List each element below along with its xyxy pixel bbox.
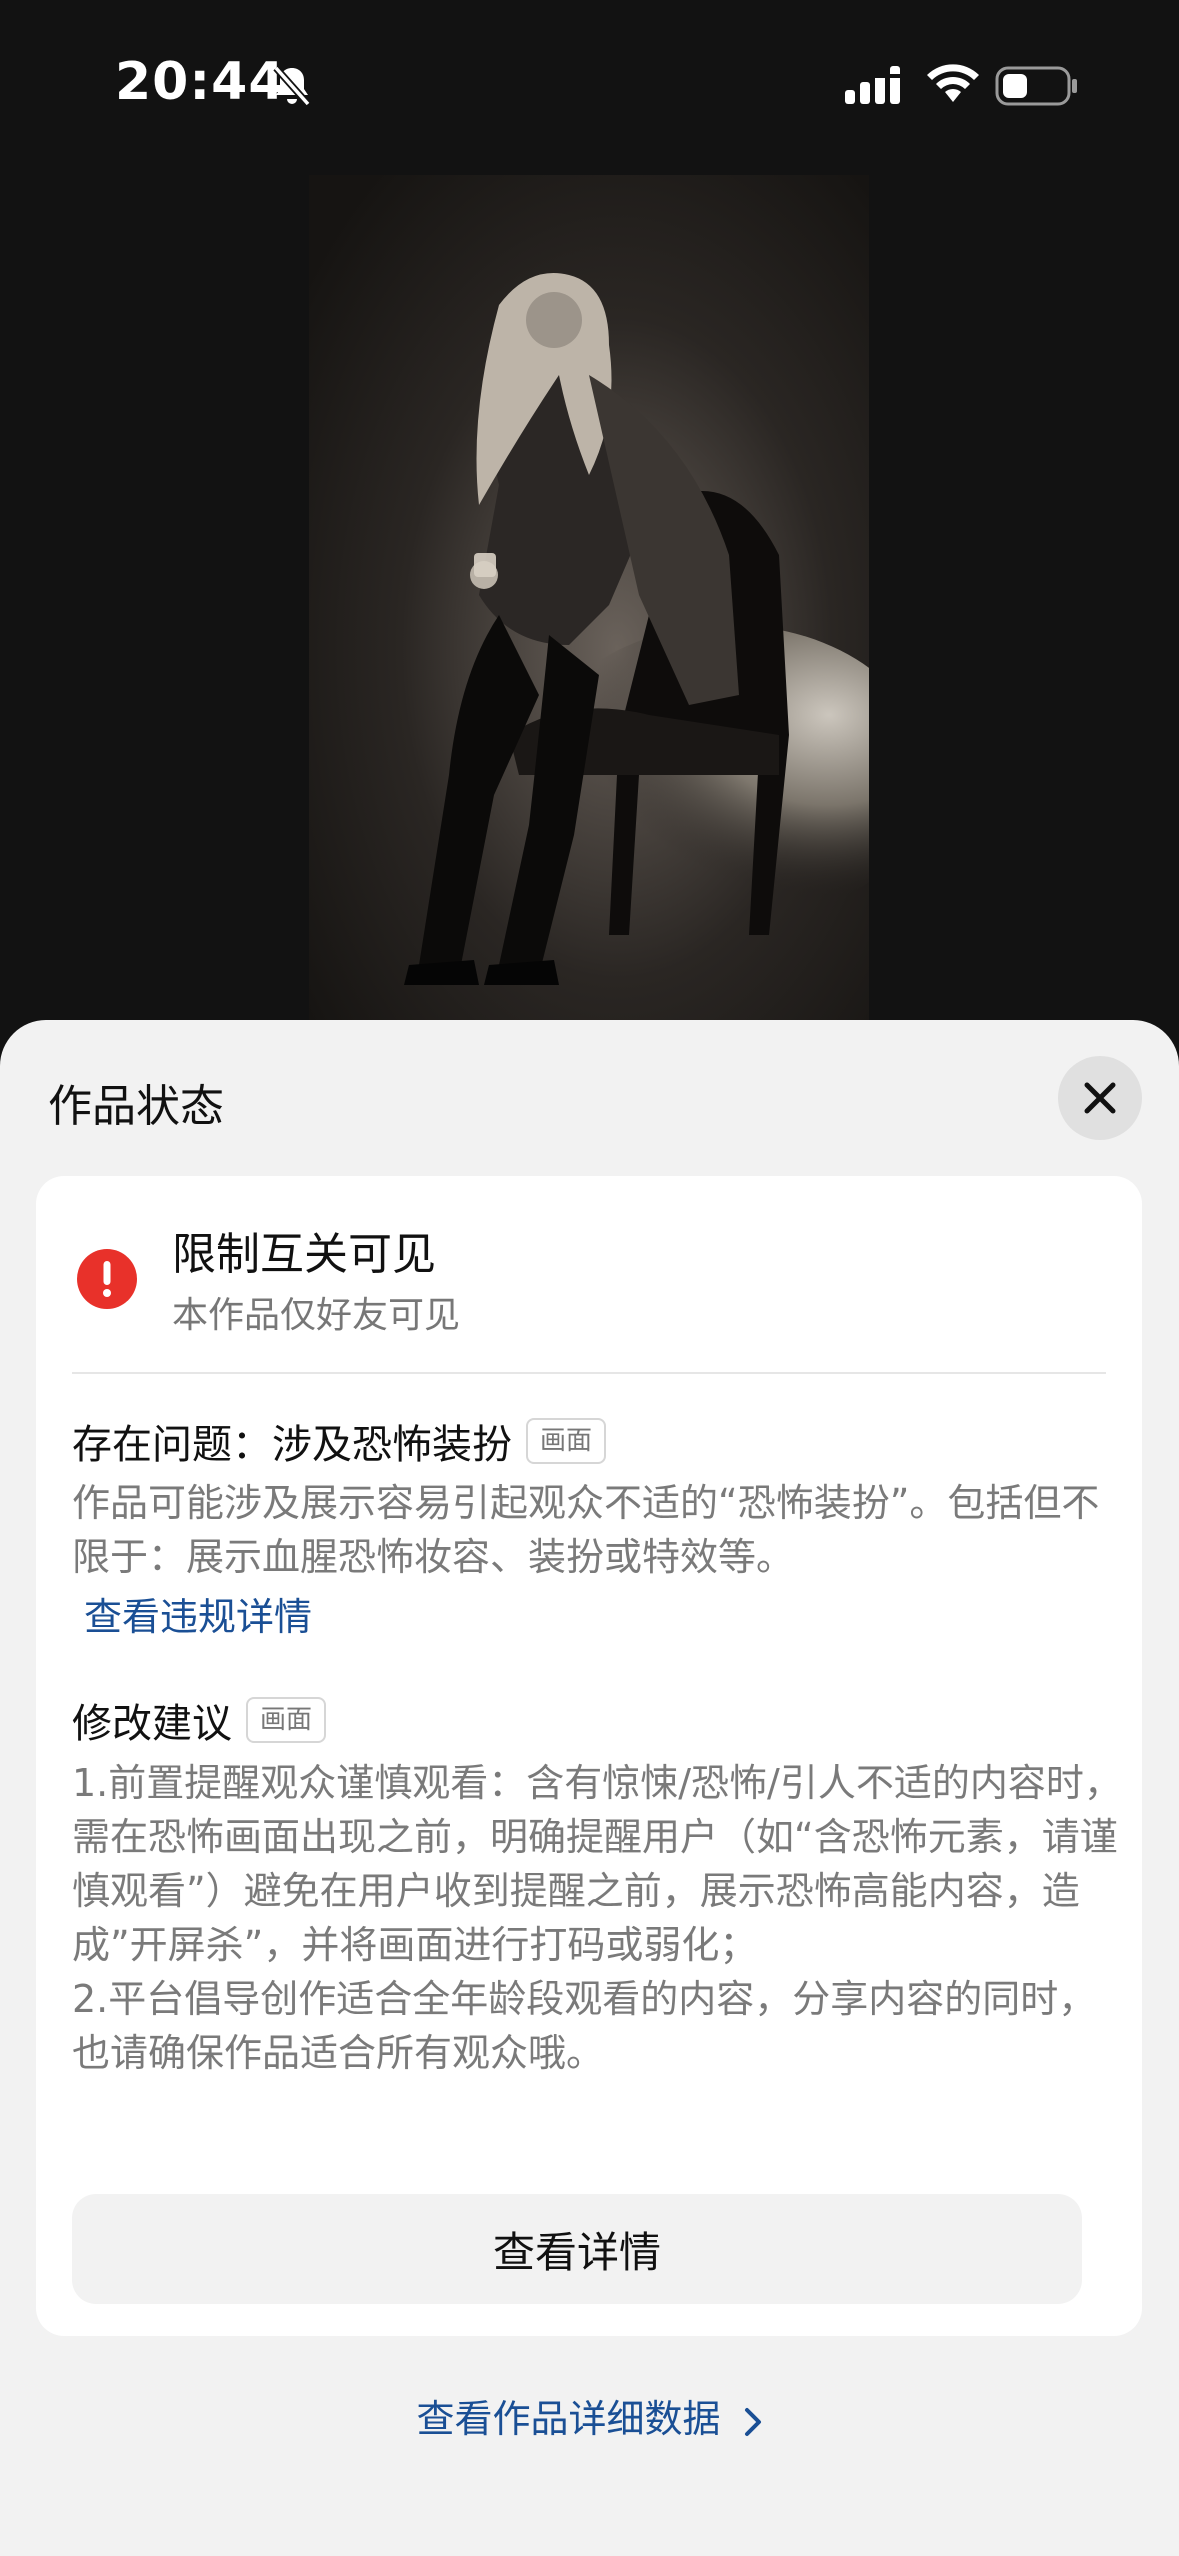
work-status-sheet: 作品状态 限制互关可见 本作品仅好友可见 存在问题：涉及恐怖装扮 画面 作品可能… bbox=[0, 1020, 1179, 2556]
issue-heading-text: 存在问题：涉及恐怖装扮 bbox=[72, 1422, 512, 1468]
suggestion-item: 1.前置提醒观众谨慎观看：含有惊悚/恐怖/引人不适的内容时，需在恐怖画面出现之前… bbox=[72, 1761, 1122, 1967]
issue-description: 作品可能涉及展示容易引起观众不适的“恐怖装扮”。包括但不限于：展示血腥恐怖妆容、… bbox=[72, 1481, 1100, 1579]
cellular-signal-icon bbox=[845, 66, 900, 104]
status-subtitle: 本作品仅好友可见 bbox=[172, 1295, 461, 1336]
divider bbox=[72, 1372, 1106, 1374]
status-time: 20:44 bbox=[115, 52, 286, 112]
view-violation-details-link[interactable]: 查看违规详情 bbox=[84, 1586, 312, 1641]
suggestion-tag: 画面 bbox=[246, 1697, 327, 1743]
close-button[interactable] bbox=[1058, 1056, 1142, 1140]
issue-tag: 画面 bbox=[526, 1418, 607, 1464]
view-work-data-link[interactable]: 查看作品详细数据 bbox=[0, 2388, 1179, 2443]
status-bar: 20:44 bbox=[0, 0, 1179, 170]
alert-icon bbox=[77, 1249, 137, 1309]
close-icon bbox=[1084, 1082, 1116, 1114]
bell-muted-icon bbox=[273, 65, 311, 107]
suggestion-heading-text: 修改建议 bbox=[72, 1701, 232, 1747]
issue-heading: 存在问题：涉及恐怖装扮 画面 bbox=[72, 1412, 607, 1470]
suggestion-heading: 修改建议 画面 bbox=[72, 1691, 327, 1749]
status-title: 限制互关可见 bbox=[172, 1229, 436, 1280]
suggestion-body: 1.前置提醒观众谨慎观看：含有惊悚/恐怖/引人不适的内容时，需在恐怖画面出现之前… bbox=[72, 1756, 1122, 2080]
view-work-data-label: 查看作品详细数据 bbox=[416, 2397, 721, 2441]
battery-icon bbox=[995, 66, 1077, 106]
wifi-icon bbox=[927, 64, 979, 102]
video-cover-image bbox=[309, 175, 869, 1035]
view-details-button[interactable]: 查看详情 bbox=[72, 2194, 1082, 2304]
chevron-right-icon bbox=[744, 2407, 761, 2436]
sheet-title: 作品状态 bbox=[48, 1081, 224, 1132]
status-card: 限制互关可见 本作品仅好友可见 存在问题：涉及恐怖装扮 画面 作品可能涉及展示容… bbox=[36, 1176, 1142, 2336]
suggestion-item: 2.平台倡导创作适合全年龄段观看的内容，分享内容的同时，也请确保作品适合所有观众… bbox=[72, 1977, 1097, 2075]
